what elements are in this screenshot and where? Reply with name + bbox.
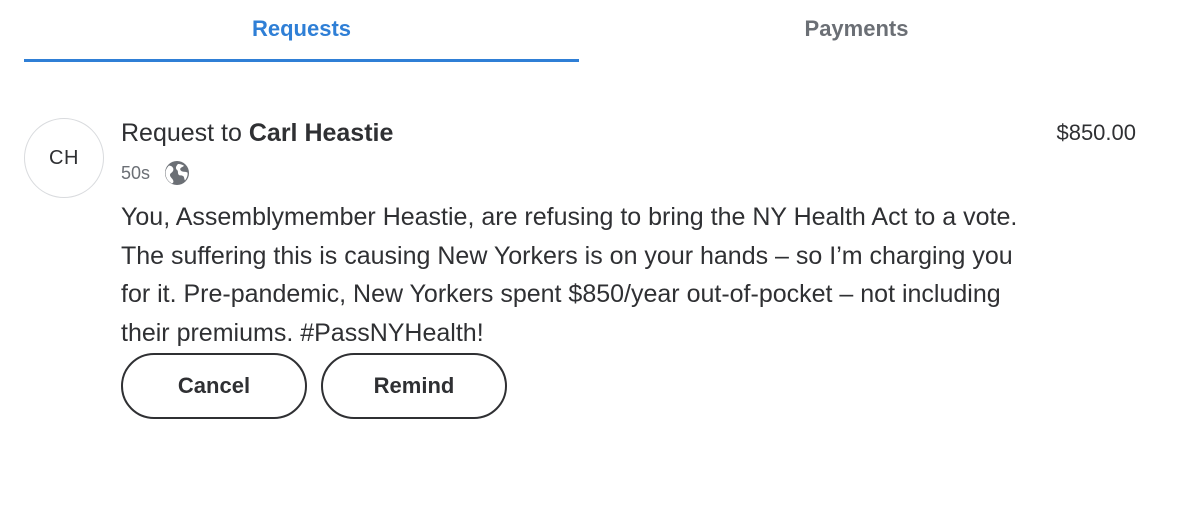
request-message: You, Assemblymember Heastie, are refusin…	[121, 203, 1018, 347]
request-title-prefix: Request to	[121, 119, 249, 147]
globe-icon	[164, 160, 190, 186]
tab-payments[interactable]: Payments	[579, 0, 1134, 62]
remind-button[interactable]: Remind	[321, 353, 507, 419]
timestamp: 50s	[121, 162, 151, 183]
request-meta: 50s	[121, 160, 190, 186]
request-title: Request to Carl Heastie	[121, 119, 393, 148]
avatar[interactable]: CH	[24, 118, 104, 198]
tab-requests[interactable]: Requests	[24, 0, 579, 62]
tab-bar: Requests Payments	[24, 0, 1134, 62]
cancel-button[interactable]: Cancel	[121, 353, 307, 419]
recipient-name[interactable]: Carl Heastie	[249, 119, 394, 147]
request-amount: $850.00	[1056, 120, 1136, 145]
